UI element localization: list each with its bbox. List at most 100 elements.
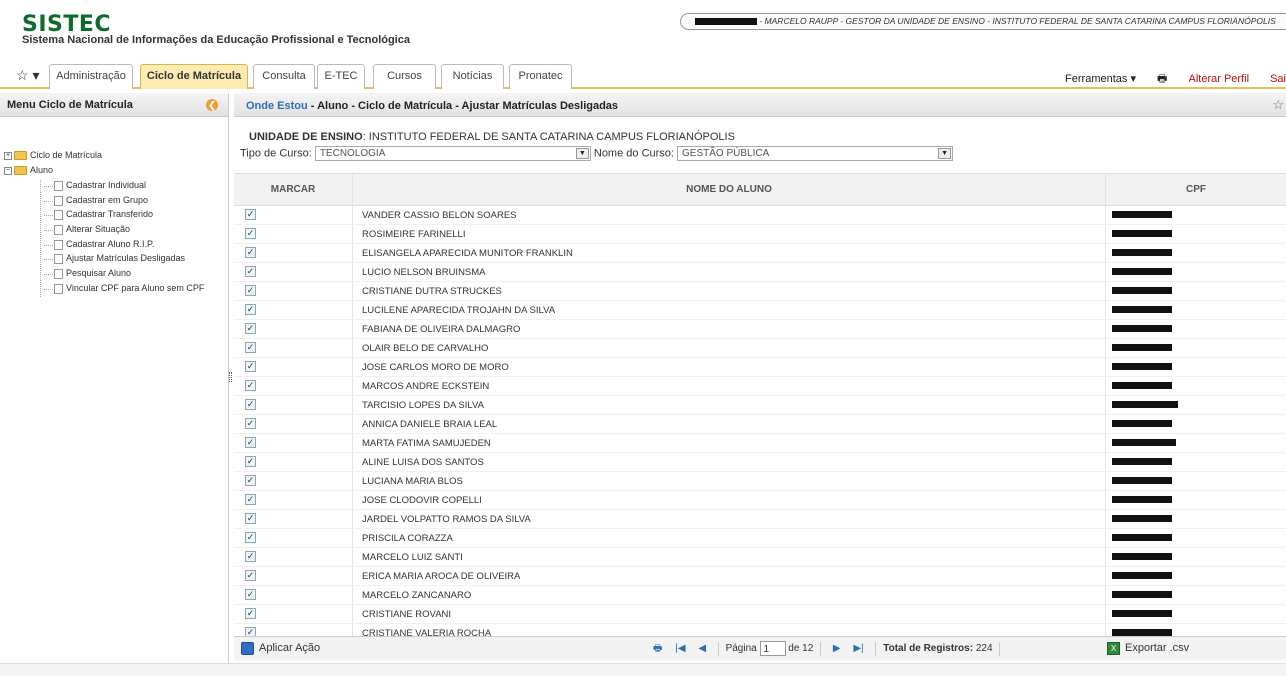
marcar-checkbox[interactable]: ✓ [245,475,256,486]
marcar-checkbox[interactable]: ✓ [245,361,256,372]
marcar-checkbox[interactable]: ✓ [245,589,256,600]
marcar-checkbox[interactable]: ✓ [245,380,256,391]
prev-page-icon[interactable]: ◀ [698,643,706,654]
tab-administracao[interactable]: Administração [49,64,133,89]
tree-item-cadastrar-transferido[interactable]: Cadastrar Transferido [4,209,229,224]
tree-item-ajustar-matriculas[interactable]: Ajustar Matrículas Desligadas [4,253,229,268]
table-row: ✓ VANDER CASSIO BELON SOARES [234,206,1286,225]
marcar-checkbox[interactable]: ✓ [245,418,256,429]
exportar-csv-button[interactable]: X Exportar .csv [1107,641,1189,656]
favorites-star-icon[interactable]: ☆ ▾ [16,67,39,84]
page-number-input[interactable]: 1 [759,641,786,656]
ferramentas-menu[interactable]: Ferramentas ▾ [1065,73,1136,85]
document-icon [54,239,63,250]
redacted-cpf [1112,610,1172,617]
tree-item-cadastrar-individual[interactable]: Cadastrar Individual [4,180,229,195]
student-name: CRISTIANE DUTRA STRUCKES [362,286,502,297]
tree-item-pesquisar-aluno[interactable]: Pesquisar Aluno [4,268,229,283]
table-row: ✓ ANNICA DANIELE BRAIA LEAL [234,415,1286,434]
marcar-checkbox[interactable]: ✓ [245,551,256,562]
unit-label: UNIDADE DE ENSINO [249,131,363,143]
col-marcar[interactable]: MARCAR [234,174,353,206]
marcar-checkbox[interactable]: ✓ [245,228,256,239]
tree-item-vincular-cpf[interactable]: Vincular CPF para Aluno sem CPF [4,283,229,298]
table-row: ✓ JARDEL VOLPATTO RAMOS DA SILVA [234,510,1286,529]
total-label: Total de Registros: [883,643,974,655]
tipo-curso-select[interactable]: TECNOLOGIA ▼ [314,146,591,161]
tree-item-cadastrar-rip[interactable]: Cadastrar Aluno R.I.P. [4,239,229,254]
marcar-checkbox[interactable]: ✓ [245,532,256,543]
first-page-icon[interactable]: |◀ [675,643,685,654]
marcar-checkbox[interactable]: ✓ [245,570,256,581]
pagination: 🖶 |◀ ◀ Página 1 de 12 ▶ ▶| Total de Regi… [648,641,1004,656]
chevron-down-icon[interactable]: ▼ [938,148,952,159]
marcar-checkbox[interactable]: ✓ [245,342,256,353]
marcar-checkbox[interactable]: ✓ [245,608,256,619]
folder-open-icon [14,166,27,176]
favorite-star-icon[interactable]: ☆ [1272,97,1284,113]
panel-splitter-handle[interactable] [229,372,232,382]
student-name: ALINE LUISA DOS SANTOS [362,457,484,468]
bottom-bar [0,663,1286,676]
tab-consulta[interactable]: Consulta [253,64,315,89]
tab-ciclo-de-matricula[interactable]: Ciclo de Matrícula [140,64,248,89]
marcar-checkbox[interactable]: ✓ [245,266,256,277]
marcar-checkbox[interactable]: ✓ [245,494,256,505]
marcar-checkbox[interactable]: ✓ [245,399,256,410]
table-row: ✓ OLAIR BELO DE CARVALHO [234,339,1286,358]
printer-icon[interactable]: 🖶 [1157,73,1167,85]
marcar-checkbox[interactable]: ✓ [245,209,256,220]
marcar-checkbox[interactable]: ✓ [245,513,256,524]
excel-icon: X [1107,641,1120,655]
tab-cursos[interactable]: Cursos [373,64,436,89]
student-name: MARCELO LUIZ SANTI [362,552,463,563]
table-row: ✓ PRISCILA CORAZZA [234,529,1286,548]
tree-node-aluno[interactable]: − Aluno [4,164,228,181]
student-name: ELISANGELA APARECIDA MUNITOR FRANKLIN [362,248,573,259]
student-name: ANNICA DANIELE BRAIA LEAL [362,419,498,430]
marcar-checkbox[interactable]: ✓ [245,627,256,636]
pagina-label: Página [725,643,757,655]
breadcrumb: Onde Estou - Aluno - Ciclo de Matrícula … [234,93,1286,117]
expand-plus-icon[interactable]: + [4,151,12,160]
chevron-down-icon[interactable]: ▼ [575,148,589,159]
marcar-checkbox[interactable]: ✓ [245,437,256,448]
sair-link[interactable]: Sai [1270,73,1286,85]
tools-area: Ferramentas ▾ 🖶 Alterar Perfil Sai [1047,70,1286,89]
tree-item-alterar-situacao[interactable]: Alterar Situação [4,224,229,239]
nome-curso-select[interactable]: GESTÃO PÚBLICA ▼ [677,146,954,161]
alterar-perfil-link[interactable]: Alterar Perfil [1189,73,1250,85]
table-row: ✓ LUCILENE APARECIDA TROJAHN DA SILVA [234,301,1286,320]
sidebar-header: Menu Ciclo de Matrícula ❮ [0,93,228,117]
marcar-checkbox[interactable]: ✓ [245,304,256,315]
redacted-cpf [1112,515,1172,522]
collapse-circle-icon[interactable]: ❮ [206,99,218,111]
redacted-cpf [1112,439,1176,446]
breadcrumb-lead: Onde Estou [246,100,308,112]
tab-pronatec[interactable]: Pronatec [509,64,572,89]
last-page-icon[interactable]: ▶| [853,643,863,654]
next-page-icon[interactable]: ▶ [833,643,841,654]
save-icon [241,641,254,655]
student-name: LUCIO NELSON BRUINSMA [362,267,486,278]
tab-noticias[interactable]: Notícias [441,64,504,89]
redacted-cpf [1112,534,1172,541]
student-name: FABIANA DE OLIVEIRA DALMAGRO [362,324,521,335]
unit-line: UNIDADE DE ENSINO: INSTITUTO FEDERAL DE … [249,131,735,143]
col-nome[interactable]: NOME DO ALUNO [353,174,1106,206]
marcar-checkbox[interactable]: ✓ [245,285,256,296]
tree-node-ciclo[interactable]: + Ciclo de Matrícula [4,147,228,164]
marcar-checkbox[interactable]: ✓ [245,456,256,467]
col-cpf[interactable]: CPF [1106,174,1286,206]
table-row: ✓ ELISANGELA APARECIDA MUNITOR FRANKLIN [234,244,1286,263]
aplicar-acao-button[interactable]: Aplicar Ação [241,641,320,656]
redacted-cpf [1112,382,1172,389]
tree-item-cadastrar-grupo[interactable]: Cadastrar em Grupo [4,195,229,210]
student-name: LUCILENE APARECIDA TROJAHN DA SILVA [362,305,556,316]
marcar-checkbox[interactable]: ✓ [245,247,256,258]
print-icon[interactable]: 🖶 [653,643,662,654]
table-row: ✓ CRISTIANE DUTRA STRUCKES [234,282,1286,301]
marcar-checkbox[interactable]: ✓ [245,323,256,334]
collapse-minus-icon[interactable]: − [4,166,12,175]
tab-e-tec[interactable]: E-TEC [317,64,365,89]
